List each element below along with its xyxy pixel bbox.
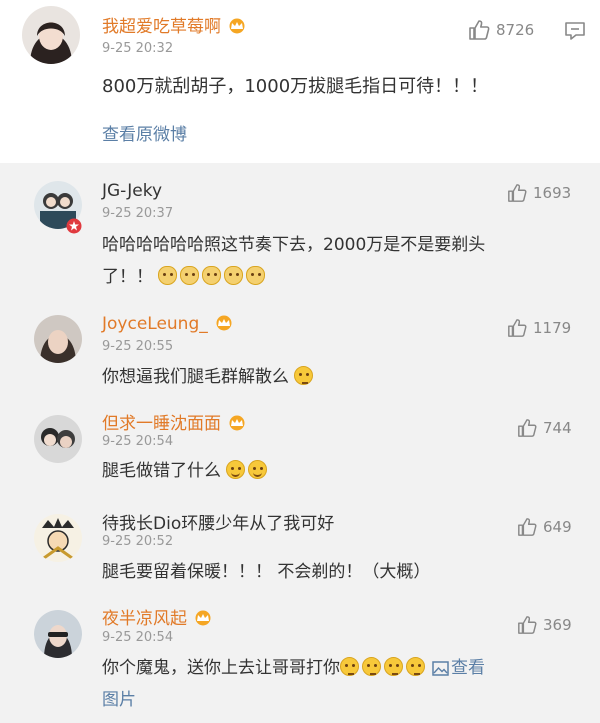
laugh-cry-emoji-icon xyxy=(226,460,246,479)
thumbs-up-icon xyxy=(518,518,537,536)
post-text: 800万就刮胡子，1000万拔腿毛指日可待！！！ xyxy=(102,76,489,97)
username[interactable]: JG-Jeky xyxy=(102,181,162,201)
like-button[interactable]: 1179 xyxy=(507,316,571,340)
crown-icon xyxy=(216,315,232,331)
thumbs-up-icon xyxy=(469,20,490,40)
thumbs-up-icon xyxy=(518,419,537,437)
crown-icon xyxy=(195,610,211,626)
reply-time: 9-25 20:54 xyxy=(102,434,174,449)
verified-badge-icon xyxy=(66,218,82,234)
avatar[interactable] xyxy=(22,6,80,64)
reply-text: 腿毛做错了什么 xyxy=(102,455,270,487)
reply-text-line: 了！！ xyxy=(102,261,582,293)
image-icon[interactable] xyxy=(432,661,449,676)
doge-emoji-icon xyxy=(224,266,244,285)
laugh-cry-emoji-icon xyxy=(248,460,268,479)
like-button[interactable]: 744 xyxy=(517,416,572,440)
smirk-emoji-icon xyxy=(362,657,381,676)
username-text[interactable]: JoyceLeung_ xyxy=(102,314,208,334)
like-button[interactable]: 8726 xyxy=(468,18,534,42)
reply-time: 9-25 20:52 xyxy=(102,534,174,549)
view-original-link[interactable]: 查看原微博 xyxy=(102,120,187,145)
username[interactable]: 但求一睡沈面面 xyxy=(102,409,247,434)
reply-text-fragment: 腿毛做错了什么 xyxy=(102,461,221,481)
avatar[interactable] xyxy=(34,315,82,363)
crown-icon xyxy=(229,18,245,34)
like-button[interactable]: 649 xyxy=(517,515,572,539)
smirk-emoji-icon xyxy=(340,657,359,676)
reply-time: 9-25 20:37 xyxy=(102,206,174,221)
thumbs-up-icon xyxy=(508,184,527,202)
reply-text: 哈哈哈哈哈哈照这节奏下去，2000万是不是要剃头 了！！ xyxy=(102,229,582,293)
username[interactable]: 夜半凉风起 xyxy=(102,604,213,629)
reply-text-fragment: 了！！ xyxy=(102,267,153,287)
like-button[interactable]: 1693 xyxy=(507,181,571,205)
avatar[interactable] xyxy=(34,610,82,658)
doge-emoji-icon xyxy=(202,266,222,285)
reply-time: 9-25 20:55 xyxy=(102,339,174,354)
reply-text-line: 你个魔鬼，送你上去让哥哥打你 查看 xyxy=(102,652,582,684)
thumbs-up-icon xyxy=(518,616,537,634)
avatar[interactable] xyxy=(34,514,82,562)
crown-icon xyxy=(229,415,245,431)
smirk-emoji-icon xyxy=(406,657,425,676)
main-post: 我超爱吃草莓啊 9-25 20:32 8726 800万就刮胡子，1000万拔腿… xyxy=(0,0,600,163)
post-time: 9-25 20:32 xyxy=(102,41,174,56)
username-text[interactable]: 我超爱吃草莓啊 xyxy=(102,17,221,37)
doge-emoji-icon xyxy=(180,266,200,285)
doge-emoji-icon xyxy=(158,266,178,285)
like-count: 649 xyxy=(543,518,572,536)
avatar[interactable] xyxy=(34,415,82,463)
reply-text-line: 哈哈哈哈哈哈照这节奏下去，2000万是不是要剃头 xyxy=(102,235,486,255)
username[interactable]: 待我长Dio环腰少年从了我可好 xyxy=(102,509,334,534)
view-image-link[interactable]: 查看 xyxy=(451,658,485,678)
reply-text: 腿毛要留着保暖！！！ 不会剃的！（大概） xyxy=(102,562,431,582)
username[interactable]: JoyceLeung_ xyxy=(102,314,234,334)
like-count: 369 xyxy=(543,616,572,634)
smirk-emoji-icon xyxy=(384,657,403,676)
reply-text: 你想逼我们腿毛群解散么 xyxy=(102,361,316,393)
thumbs-up-icon xyxy=(508,319,527,337)
doge-emoji-icon xyxy=(246,266,266,285)
like-count: 8726 xyxy=(496,21,535,39)
like-count: 744 xyxy=(543,419,572,437)
reply-text: 你个魔鬼，送你上去让哥哥打你 查看 图片 xyxy=(102,652,582,716)
username-text[interactable]: 但求一睡沈面面 xyxy=(102,414,221,434)
username-text[interactable]: 夜半凉风起 xyxy=(102,609,187,629)
reply-text-fragment: 你想逼我们腿毛群解散么 xyxy=(102,367,289,387)
reply-time: 9-25 20:54 xyxy=(102,630,174,645)
thinking-emoji-icon xyxy=(294,366,314,385)
like-button[interactable]: 369 xyxy=(517,613,572,637)
view-image-link[interactable]: 图片 xyxy=(102,684,582,716)
reply-text-fragment: 你个魔鬼，送你上去让哥哥打你 xyxy=(102,658,340,678)
username[interactable]: 我超爱吃草莓啊 xyxy=(102,12,247,37)
comment-icon[interactable] xyxy=(564,21,586,41)
like-count: 1693 xyxy=(533,184,572,202)
like-count: 1179 xyxy=(533,319,572,337)
